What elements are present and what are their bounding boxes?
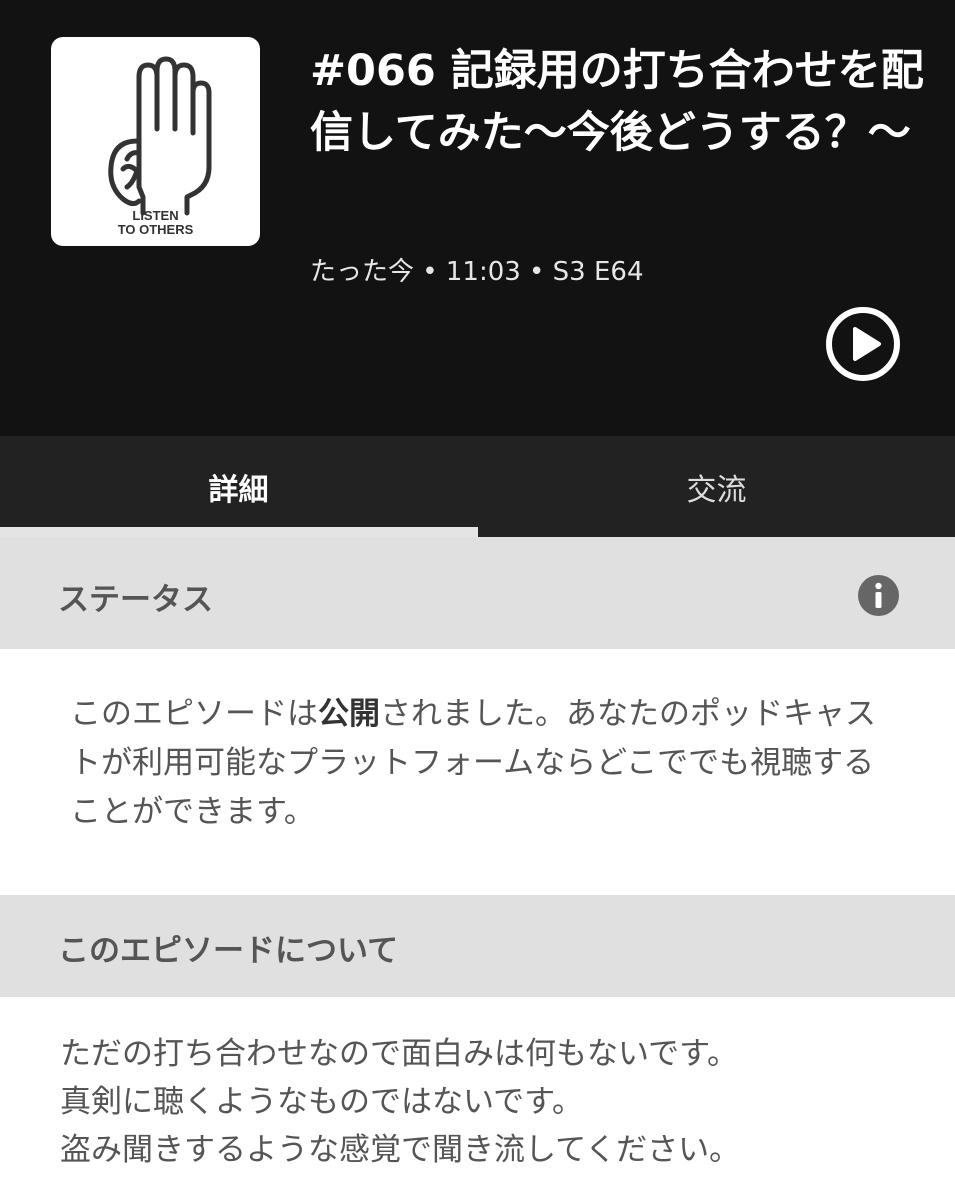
about-line-1: ただの打ち合わせなので面白みは何もないです。 — [60, 1036, 738, 1072]
about-description: ただの打ち合わせなので面白みは何もないです。 真剣に聴くようなものではないです。… — [60, 1030, 920, 1174]
about-section-header: このエピソードについて — [0, 895, 955, 997]
status-section-header: ステータス — [0, 537, 955, 649]
status-description: このエピソードは公開されました。あなたのポッドキャストが利用可能なプラットフォー… — [70, 690, 890, 837]
info-icon — [858, 575, 899, 616]
active-tab-indicator — [0, 527, 478, 537]
episode-header: LISTEN TO OTHERS #066 記録用の打ち合わせを配信してみた〜今… — [0, 0, 955, 436]
play-button[interactable] — [825, 306, 901, 382]
about-line-2: 真剣に聴くようなものではないです。 — [60, 1084, 583, 1120]
tab-engagement[interactable]: 交流 — [478, 436, 955, 537]
episode-title: #066 記録用の打ち合わせを配信してみた〜今後どうする？〜 — [310, 46, 924, 158]
play-icon — [826, 307, 900, 381]
status-text-before: このエピソードは — [70, 696, 318, 732]
status-heading: ステータス — [58, 582, 213, 618]
status-text-bold: 公開 — [318, 696, 380, 732]
tab-details[interactable]: 詳細 — [0, 436, 477, 537]
about-line-3: 盗み聞きするような感覚で聞き流してください。 — [60, 1132, 741, 1168]
about-heading: このエピソードについて — [58, 933, 399, 969]
episode-cover-art: LISTEN TO OTHERS — [51, 37, 260, 246]
tab-bar: 詳細 交流 — [0, 436, 955, 537]
cover-text-line1: LISTEN — [132, 208, 179, 223]
info-button[interactable] — [858, 575, 899, 616]
cover-text-line2: TO OTHERS — [117, 222, 194, 237]
episode-meta: たった今 • 11:03 • S3 E64 — [310, 257, 644, 287]
